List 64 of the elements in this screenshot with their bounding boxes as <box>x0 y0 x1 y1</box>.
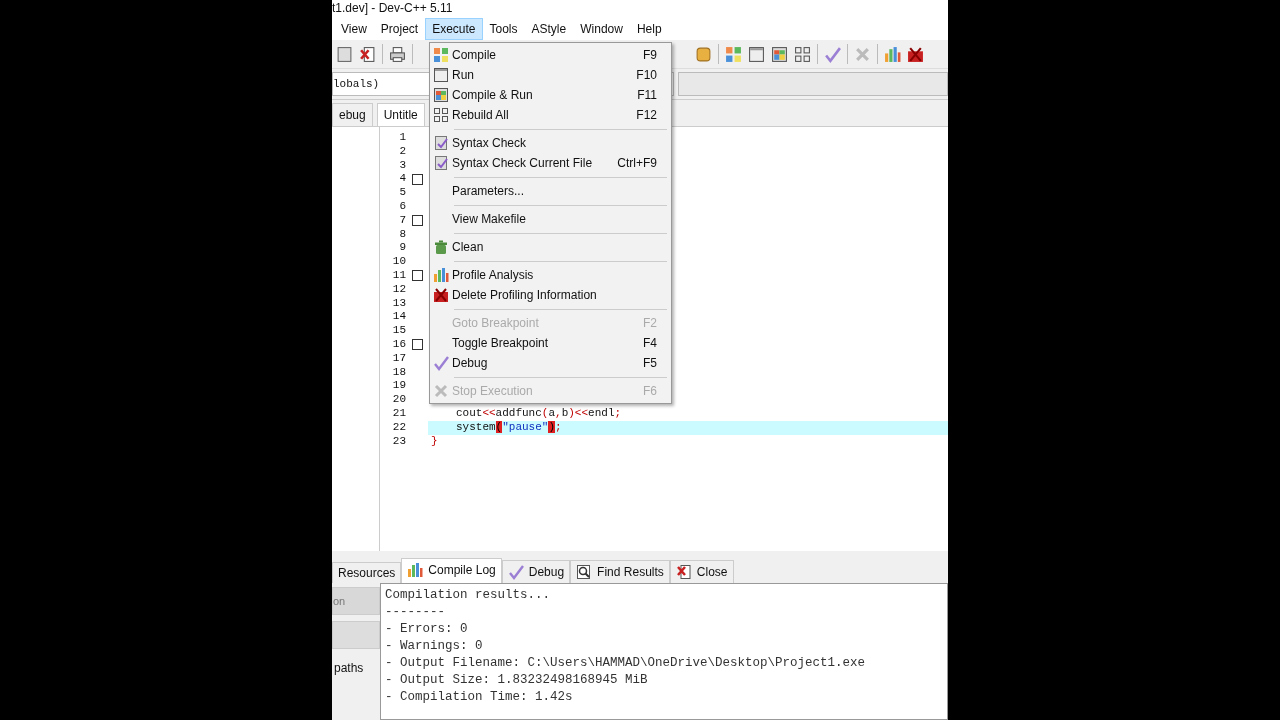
bar-chart-icon <box>433 267 449 283</box>
check-icon <box>433 355 449 371</box>
log-line: - Warnings: 0 <box>385 639 484 655</box>
grid-icon[interactable] <box>725 45 742 63</box>
code-line: } <box>430 434 439 449</box>
colored-window-icon <box>433 87 449 103</box>
menu-item[interactable]: Clean <box>430 237 671 257</box>
check-icon[interactable] <box>824 45 841 63</box>
code-line: cout<<addfunc(a,b)<<endl; <box>455 406 623 421</box>
menu-item[interactable]: Compile F9 <box>430 45 671 65</box>
chart-cross-icon <box>433 287 449 303</box>
menu-item[interactable]: Tools <box>482 18 525 40</box>
bin-icon <box>433 239 449 255</box>
menu-item[interactable]: Debug F5 <box>430 353 671 373</box>
bar-chart-icon[interactable] <box>884 45 901 63</box>
menu-item[interactable]: Syntax Check Current File Ctrl+F9 <box>430 153 671 173</box>
log-line: - Compilation Time: 1.42s <box>385 690 574 706</box>
magnifier-icon <box>576 564 593 580</box>
menu-item[interactable]: Help <box>629 18 669 40</box>
log-line: - Output Filename: C:\Users\HAMMAD\OneDrive\Desktop\Project1.exe <box>385 656 867 672</box>
cross-icon <box>433 383 449 399</box>
panel-tab[interactable]: Compile Log <box>401 558 502 583</box>
bar-chart-icon <box>407 562 424 578</box>
window-icon <box>433 67 449 83</box>
chart-cross-icon[interactable] <box>907 45 924 63</box>
document-check-icon <box>433 155 449 171</box>
document-icon[interactable] <box>336 45 353 63</box>
note-icon[interactable] <box>695 45 712 63</box>
menu-item[interactable]: Project <box>373 18 426 40</box>
menu-item[interactable]: Toggle Breakpoint F4 <box>430 333 671 353</box>
menu-item[interactable]: Rebuild All F12 <box>430 105 671 125</box>
grid-icon <box>433 107 449 123</box>
editor-tab[interactable]: ebug <box>332 103 373 126</box>
window-title: t1.dev] - Dev-C++ 5.11 <box>332 0 948 18</box>
menu-item[interactable]: View Makefile <box>430 209 671 229</box>
printer-icon[interactable] <box>389 45 406 63</box>
log-line: - Errors: 0 <box>385 622 469 638</box>
menu-item[interactable]: Window <box>573 18 630 40</box>
fold-marker-icon[interactable] <box>411 173 423 185</box>
log-line: Compilation results... <box>385 588 552 604</box>
fold-marker-icon[interactable] <box>411 339 423 351</box>
log-line: - Output Size: 1.83232498168945 MiB <box>385 673 649 689</box>
close-icon <box>675 564 692 580</box>
check-icon <box>507 564 524 580</box>
document-check-icon <box>433 135 449 151</box>
grid-icon <box>433 47 449 63</box>
close-icon[interactable] <box>359 45 376 63</box>
menu-item[interactable]: Execute <box>425 18 483 40</box>
menu-item[interactable]: Profile Analysis <box>430 265 671 285</box>
fold-marker-icon[interactable] <box>411 215 423 227</box>
menu-item[interactable]: Run F10 <box>430 65 671 85</box>
fold-marker-icon[interactable] <box>411 270 423 282</box>
menu-item[interactable]: Compile & Run F11 <box>430 85 671 105</box>
editor-tab[interactable]: Untitle <box>376 103 425 126</box>
colored-window-icon[interactable] <box>771 45 788 63</box>
paths-label: paths <box>333 661 365 675</box>
menu-item[interactable]: AStyle <box>524 18 574 40</box>
window-icon[interactable] <box>748 45 765 63</box>
menu-item[interactable]: Delete Profiling Information <box>430 285 671 305</box>
menu-item[interactable]: Syntax Check <box>430 133 671 153</box>
log-line: -------- <box>385 605 446 621</box>
menu-item[interactable]: View <box>334 18 374 40</box>
grid-icon[interactable] <box>794 45 811 63</box>
menu-item[interactable]: Parameters... <box>430 181 671 201</box>
